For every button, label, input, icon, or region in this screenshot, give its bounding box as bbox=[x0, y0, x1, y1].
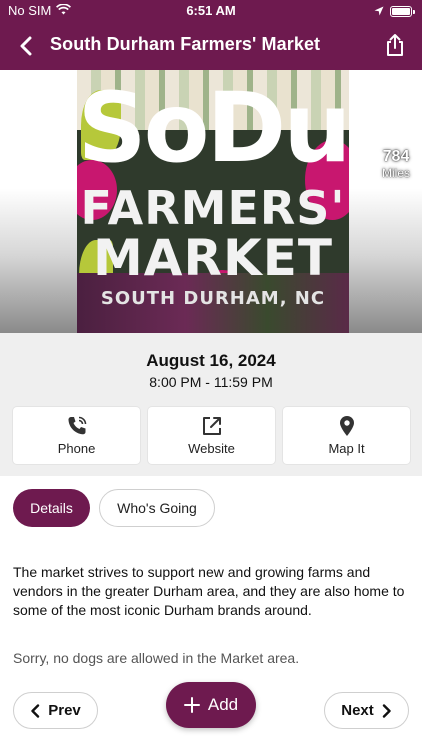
plus-icon bbox=[183, 697, 200, 713]
status-right bbox=[374, 4, 415, 19]
battery-icon bbox=[390, 6, 415, 17]
next-button[interactable]: Next bbox=[324, 692, 409, 729]
event-description: The market strives to support new and gr… bbox=[13, 564, 405, 618]
distance-unit: Miles bbox=[381, 166, 410, 180]
distance-badge: 784 Miles bbox=[382, 148, 410, 180]
phone-icon bbox=[67, 416, 86, 435]
back-button[interactable] bbox=[14, 32, 38, 60]
phone-button[interactable]: Phone bbox=[13, 407, 140, 464]
event-time-range: 8:00 PM - 11:59 PM bbox=[149, 374, 273, 390]
external-link-icon bbox=[202, 417, 221, 435]
chevron-left-icon bbox=[31, 703, 40, 718]
poster-title-line2: FARMERS' bbox=[80, 181, 346, 235]
nav-header: South Durham Farmers' Market bbox=[0, 22, 422, 70]
tab-whos-going[interactable]: Who's Going bbox=[99, 489, 215, 527]
event-info-panel: August 16, 2024 8:00 PM - 11:59 PM Phone… bbox=[0, 333, 422, 476]
phone-label: Phone bbox=[57, 441, 96, 456]
chevron-left-icon bbox=[20, 36, 32, 56]
event-date: August 16, 2024 bbox=[146, 351, 276, 370]
tab-details[interactable]: Details bbox=[13, 489, 90, 527]
share-button[interactable] bbox=[382, 30, 408, 60]
prev-button[interactable]: Prev bbox=[13, 692, 98, 729]
event-note: Sorry, no dogs are allowed in the Market… bbox=[13, 650, 300, 666]
event-hero: SoDu FARMERS' MARKET SOUTH DURHAM, NC 78… bbox=[0, 70, 422, 333]
map-it-label: Map It bbox=[328, 441, 365, 456]
next-label: Next bbox=[341, 702, 374, 719]
poster-title-line1: SoDu bbox=[77, 72, 349, 184]
poster-title-line3: MARKET bbox=[93, 229, 333, 287]
distance-value: 784 bbox=[382, 148, 410, 165]
share-icon bbox=[387, 34, 403, 56]
add-label: Add bbox=[207, 695, 239, 714]
poster-subtitle: SOUTH DURHAM, NC bbox=[100, 288, 326, 309]
event-poster-image: SoDu FARMERS' MARKET SOUTH DURHAM, NC bbox=[77, 70, 349, 333]
chevron-right-icon bbox=[382, 703, 391, 718]
website-button[interactable]: Website bbox=[148, 407, 275, 464]
map-it-button[interactable]: Map It bbox=[283, 407, 410, 464]
add-button[interactable]: Add bbox=[166, 682, 256, 728]
prev-label: Prev bbox=[48, 702, 81, 719]
website-label: Website bbox=[188, 441, 235, 456]
page-title: South Durham Farmers' Market bbox=[50, 34, 321, 54]
clock: 6:51 AM bbox=[186, 3, 236, 18]
status-bar: No SIM 6:51 AM bbox=[0, 0, 422, 22]
map-pin-icon bbox=[339, 416, 354, 436]
location-arrow-icon bbox=[374, 4, 384, 19]
